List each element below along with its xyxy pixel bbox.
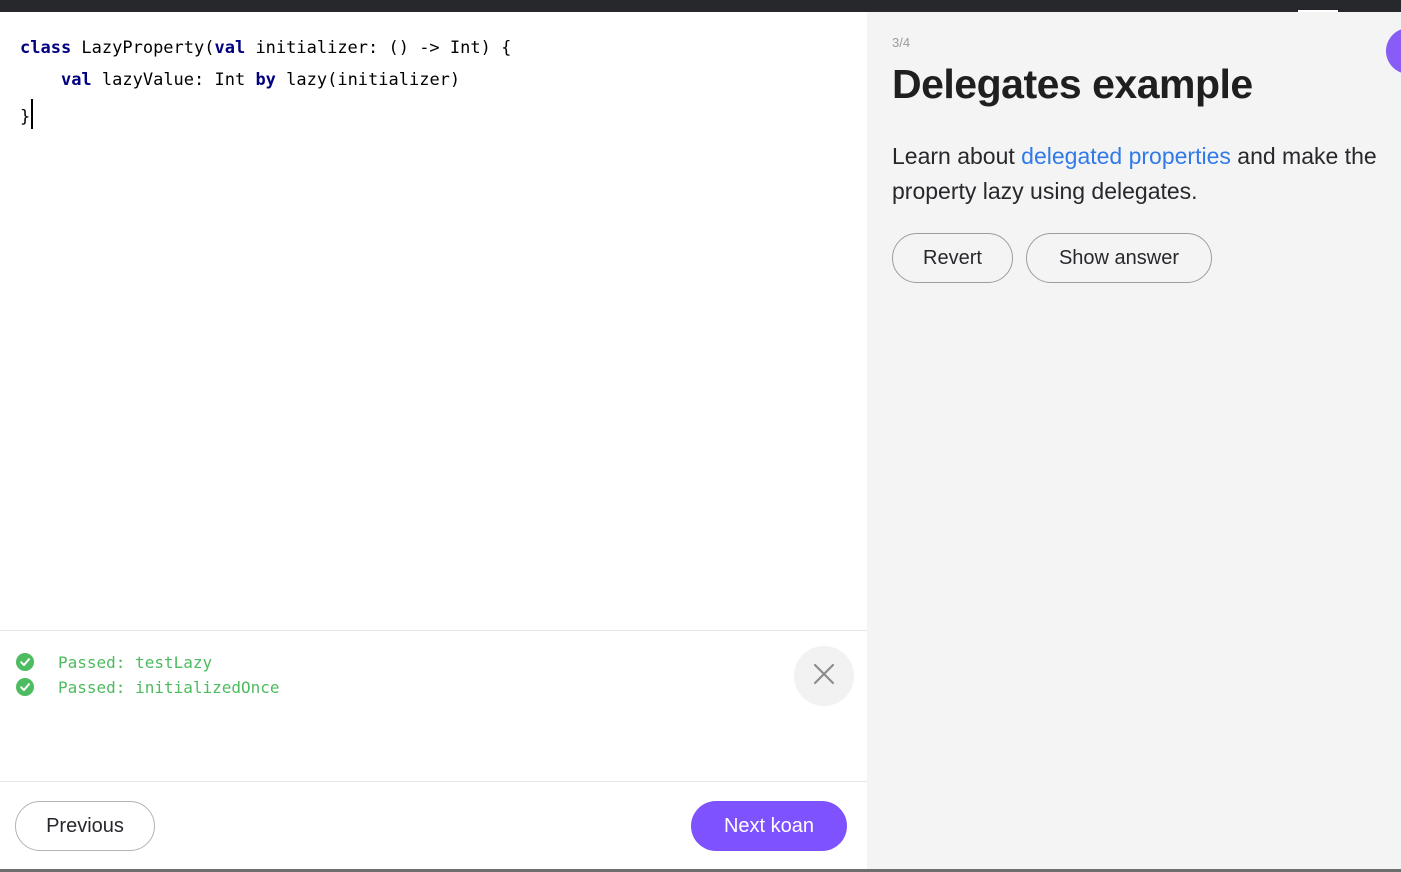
test-console: Passed: testLazy Passed: initializedOnce: [0, 632, 867, 782]
description-text: Learn about: [892, 143, 1022, 169]
code-content[interactable]: class LazyProperty(val initializer: () -…: [20, 36, 511, 131]
test-result-text: Passed: testLazy: [58, 652, 213, 672]
check-circle-icon: [16, 678, 34, 696]
step-counter: 3/4: [892, 35, 911, 50]
code-line[interactable]: class LazyProperty(val initializer: () -…: [20, 36, 511, 68]
code-editor[interactable]: class LazyProperty(val initializer: () -…: [0, 12, 867, 631]
task-description-panel: 3/4 Delegates example Learn about delega…: [867, 12, 1401, 869]
code-keyword: by: [255, 69, 276, 90]
code-line[interactable]: }: [20, 99, 511, 131]
code-token: initializer: () -> Int) {: [245, 38, 512, 58]
navigation-footer: Previous Next koan: [0, 783, 867, 869]
text-cursor: [31, 99, 33, 129]
previous-button[interactable]: Previous: [15, 801, 155, 851]
delegated-properties-link[interactable]: delegated properties: [1021, 143, 1231, 169]
test-result-row: Passed: testLazy: [16, 652, 212, 672]
top-bar: [0, 0, 1401, 12]
revert-button[interactable]: Revert: [892, 233, 1013, 283]
close-icon: [812, 662, 836, 691]
code-keyword: val: [60, 69, 92, 90]
test-result-text: Passed: initializedOnce: [58, 677, 280, 697]
check-circle-icon: [16, 653, 34, 671]
task-description: Learn about delegated properties and mak…: [892, 139, 1401, 209]
next-koan-button[interactable]: Next koan: [691, 801, 847, 851]
code-keyword: class: [20, 38, 72, 58]
test-result-row: Passed: initializedOnce: [16, 677, 280, 697]
avatar[interactable]: [1386, 28, 1401, 74]
close-console-button[interactable]: [794, 646, 854, 706]
code-keyword: val: [214, 38, 246, 58]
code-line[interactable]: val lazyValue: Int by lazy(initializer): [20, 68, 511, 100]
show-answer-button[interactable]: Show answer: [1026, 233, 1212, 283]
code-token: }: [20, 107, 31, 127]
code-token: lazy(initializer): [275, 69, 461, 90]
page-title: Delegates example: [892, 61, 1253, 107]
code-token: LazyProperty(: [71, 38, 215, 58]
code-token: lazyValue: Int: [91, 69, 256, 90]
